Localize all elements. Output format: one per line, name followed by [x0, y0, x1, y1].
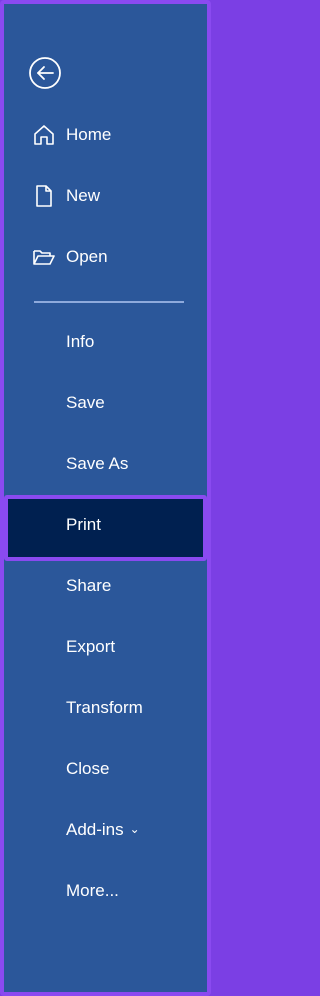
nav-item-open[interactable]: Open — [4, 237, 207, 277]
nav-item-label: Save — [66, 393, 105, 412]
nav-divider — [34, 301, 184, 303]
nav-item-new[interactable]: New — [4, 176, 207, 216]
open-folder-icon — [30, 243, 58, 271]
file-backstage-nav: Home New Open Info Save Save As Print Sh… — [0, 0, 211, 996]
nav-item-label: New — [66, 186, 101, 205]
nav-item-label-wrap: Add-ins ⌄ — [66, 820, 140, 840]
nav-item-label: Save As — [66, 454, 129, 473]
nav-item-info[interactable]: Info — [4, 322, 207, 362]
chevron-down-icon: ⌄ — [129, 822, 140, 836]
nav-item-label: Export — [66, 637, 116, 656]
nav-item-export[interactable]: Export — [4, 627, 207, 667]
nav-item-label: Info — [66, 332, 95, 351]
nav-item-label: Add-ins — [66, 820, 124, 839]
nav-item-label: More... — [66, 881, 119, 900]
nav-item-save-as[interactable]: Save As — [4, 444, 207, 484]
nav-item-label: Share — [66, 576, 112, 595]
nav-item-label: Print — [66, 515, 101, 534]
nav-item-transform[interactable]: Transform — [4, 688, 207, 728]
nav-item-add-ins[interactable]: Add-ins ⌄ — [4, 810, 207, 850]
back-button[interactable] — [28, 56, 62, 90]
back-arrow-circle-icon — [29, 57, 61, 89]
nav-item-more[interactable]: More... — [4, 871, 207, 911]
nav-item-close[interactable]: Close — [4, 749, 207, 789]
nav-item-save[interactable]: Save — [4, 383, 207, 423]
new-document-icon — [30, 182, 58, 210]
nav-item-label: Transform — [66, 698, 143, 717]
nav-item-print[interactable]: Print — [4, 505, 207, 545]
home-icon — [30, 121, 58, 149]
nav-item-label: Open — [66, 247, 108, 266]
nav-item-label: Home — [66, 125, 112, 144]
nav-item-label: Close — [66, 759, 110, 778]
nav-item-home[interactable]: Home — [4, 115, 207, 155]
nav-item-share[interactable]: Share — [4, 566, 207, 606]
